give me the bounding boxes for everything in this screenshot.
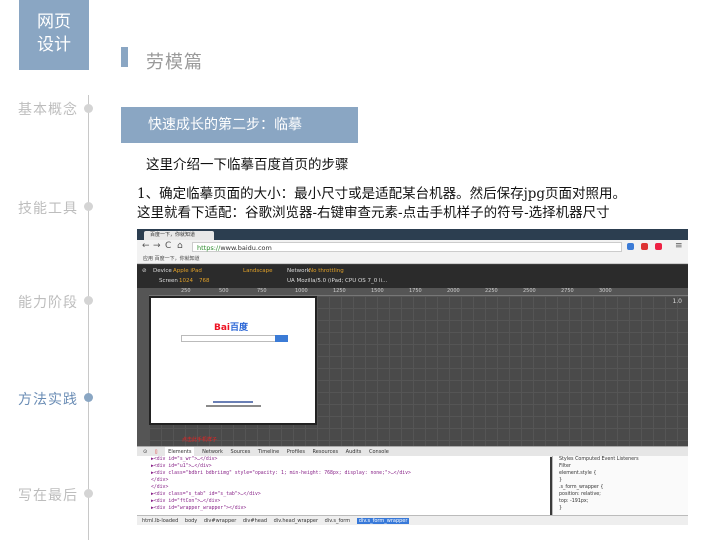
baidu-search-button	[275, 335, 288, 342]
ruler-tick: 1000	[295, 288, 308, 294]
screen-height: 768	[199, 278, 210, 284]
ruler-tick: 1500	[371, 288, 384, 294]
style-line: position: relative;	[559, 492, 601, 497]
annotation-tip: 点击此手机样子	[182, 437, 218, 443]
ruler-tick: 2000	[447, 288, 460, 294]
sidebar-item-method-practice[interactable]: 方法实践	[18, 389, 78, 409]
ruler-tick: 750	[257, 288, 267, 294]
extension-icon	[655, 243, 662, 250]
ruler-tick: 1250	[333, 288, 346, 294]
vertical-ruler	[137, 288, 149, 446]
style-line: }	[559, 506, 563, 511]
sidebar-item-ability-stages[interactable]: 能力阶段	[18, 292, 78, 312]
network-label: Network	[287, 268, 310, 274]
browser-screenshot: 百度一下，你就知道 ← → C ⌂ https://www.baidu.com …	[137, 229, 688, 525]
baidu-footer-copyright	[206, 405, 261, 407]
ruler-tick: 250	[181, 288, 191, 294]
user-agent: UA Mozilla/5.0 (iPad; CPU OS 7_0 li...	[287, 278, 388, 284]
style-line: Filter	[559, 464, 571, 469]
intro-text: 这里介绍一下临摹百度首页的步骤	[146, 157, 349, 173]
code-line: ▶<div id="u1">…</div>	[151, 464, 212, 469]
home-icon: ⌂	[177, 241, 183, 251]
style-line: top: -191px;	[559, 499, 589, 504]
screen-width: 1024	[179, 278, 193, 284]
logo-badge: 网页 设计	[19, 0, 89, 70]
network-select: No throttling	[309, 268, 344, 274]
description-line-2: 这里就看下适配：谷歌浏览器-右键审查元素-点击手机样子的符号-选择机器尺寸	[137, 205, 610, 221]
timeline-dot	[84, 296, 93, 305]
style-line: element.style {	[559, 471, 597, 476]
logo-line-2: 设计	[37, 35, 71, 55]
style-line: }	[559, 478, 563, 483]
code-line: ▶<div id="wrapper_wrapper"></div>	[151, 506, 247, 511]
ruler-tick: 2750	[561, 288, 574, 294]
landscape-toggle: Landscape	[243, 268, 273, 274]
sidebar-item-basic-concepts[interactable]: 基本概念	[18, 99, 78, 119]
baidu-footer-links	[213, 401, 253, 403]
device-select: Apple iPad	[173, 268, 202, 274]
timeline-dot	[84, 104, 93, 113]
browser-tab-bar: 百度一下，你就知道	[137, 229, 688, 240]
device-icon: ⊘	[142, 268, 147, 274]
horizontal-ruler: 250 500 750 1000 1250 1500 1750 2000 225…	[149, 288, 688, 296]
description-line-1: 1、确定临摹页面的大小：最小尺寸或是适配某台机器。然后保存jpg页面对照用。	[137, 186, 627, 202]
screen-label: Screen	[159, 278, 178, 284]
extension-icon	[627, 243, 634, 250]
emulated-page: Bai百度	[149, 296, 317, 425]
styles-tabs: Styles Computed Event Listeners	[559, 457, 639, 462]
breadcrumb-item: body	[184, 518, 198, 524]
forward-icon: →	[153, 241, 161, 251]
device-label: Device	[153, 268, 172, 274]
ruler-tick: 2500	[523, 288, 536, 294]
logo-line-1: 网页	[37, 12, 71, 32]
sidebar-item-skill-tools[interactable]: 技能工具	[18, 198, 78, 218]
browser-tab: 百度一下，你就知道	[144, 231, 214, 240]
elements-panel: ▶<div id="s_wr">…</div> ▶<div id="u1">…<…	[137, 456, 550, 515]
breadcrumb-item: div.s_form	[324, 518, 351, 524]
baidu-logo-chinese: 百度	[230, 323, 249, 333]
styles-panel: Styles Computed Event Listeners Filter e…	[552, 456, 688, 515]
ruler-tick: 2250	[485, 288, 498, 294]
zoom-level: 1.0	[672, 298, 682, 305]
url-scheme: https://	[197, 244, 221, 252]
back-icon: ←	[142, 241, 150, 251]
breadcrumb-item: div.head_wrapper	[273, 518, 319, 524]
style-line: .s_form_wrapper {	[559, 485, 604, 490]
menu-icon: ≡	[675, 241, 683, 251]
ruler-tick: 500	[219, 288, 229, 294]
sidebar-timeline	[88, 95, 89, 540]
ruler-tick: 3000	[599, 288, 612, 294]
timeline-dot	[84, 202, 93, 211]
breadcrumb-item: div#wrapper	[203, 518, 237, 524]
baidu-logo: Bai百度	[214, 320, 248, 333]
code-line: </div>	[151, 485, 169, 490]
breadcrumb-item-selected: div.s_form_wrapper	[356, 518, 410, 524]
step-banner: 快速成长的第二步：临摹	[121, 107, 358, 143]
sidebar-item-final-words[interactable]: 写在最后	[18, 485, 78, 505]
code-line: ▶<div id="ftCon">…</div>	[151, 499, 221, 504]
address-bar: https://www.baidu.com	[192, 242, 622, 252]
code-line: ▶<div id="s_wr">…</div>	[151, 457, 218, 462]
code-line: ▶<div class="s_tab" id="s_tab">…</div>	[151, 492, 261, 497]
timeline-dot	[84, 489, 93, 498]
baidu-search-input	[181, 335, 278, 342]
url-host: www.baidu.com	[220, 244, 272, 252]
breadcrumb-item: html.lb-loaded	[142, 518, 179, 524]
emulated-viewport: Bai百度 1.0	[149, 296, 688, 446]
baidu-logo-latin: Bai	[214, 323, 231, 333]
code-line: ▶<div class="bdbri bdbriimg" style="opac…	[151, 471, 411, 476]
extension-icon	[641, 243, 648, 250]
code-line: </div>	[151, 478, 169, 483]
device-emulation-bar: ⊘ Device Apple iPad Landscape Network No…	[137, 265, 688, 288]
page-title: 劳模篇	[146, 52, 203, 73]
reload-icon: C	[165, 241, 172, 251]
bookmarks-bar: 应用 百度一下，你就知道	[137, 254, 688, 264]
title-marker	[121, 47, 128, 67]
dom-breadcrumb: html.lb-loaded body div#wrapper div#head…	[137, 515, 688, 525]
ruler-tick: 1750	[409, 288, 422, 294]
timeline-dot-active	[84, 393, 93, 402]
browser-toolbar: ← → C ⌂ https://www.baidu.com ≡	[137, 240, 688, 254]
breadcrumb-item: div#head	[242, 518, 268, 524]
